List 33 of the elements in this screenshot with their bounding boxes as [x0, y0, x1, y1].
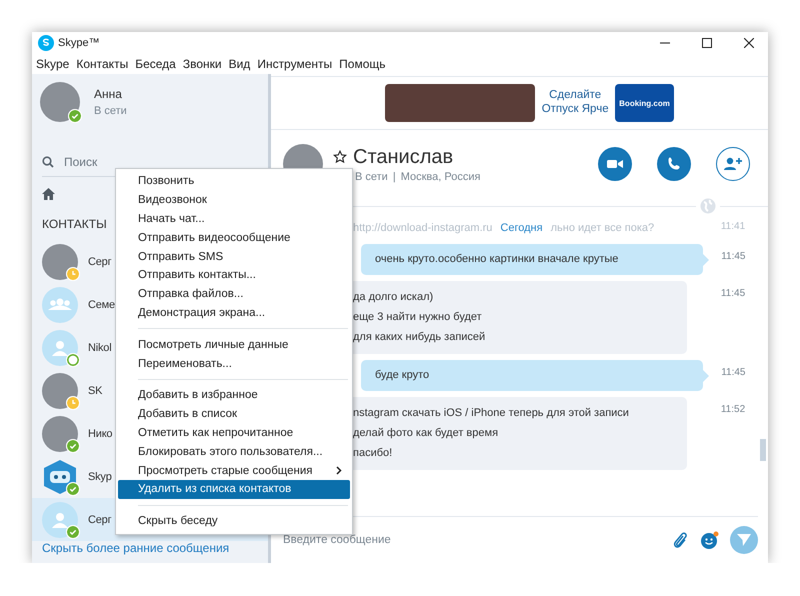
contact-name: Nikol: [88, 342, 112, 354]
ad-text: Сделайте Отпуск Ярче: [540, 89, 610, 117]
ad-logo: Booking.com: [615, 84, 674, 122]
window-title: Skype™: [58, 37, 100, 49]
profile-name: Анна: [94, 87, 123, 102]
message-text: буде круто: [375, 368, 430, 383]
message-text: nstagram скачать iOS / iPhone теперь для этой записи: [353, 406, 630, 421]
message-time: 11:45: [720, 366, 746, 378]
message-text: еще 3 найти нужно будет: [353, 310, 483, 325]
message-time: 11:52: [720, 403, 746, 415]
contact-name: Skyp: [88, 470, 112, 482]
faded-message-text: льно идет все пока?: [550, 222, 654, 234]
faded-message-text: http://download-instagram.ru: [353, 222, 492, 234]
contacts-heading: КОНТАКТЫ: [41, 216, 107, 234]
message-time: 11:45: [720, 287, 746, 299]
contact-name: Нико: [88, 428, 112, 440]
contact-name: SK: [88, 384, 102, 396]
contact-location: Москва, Россия: [400, 170, 480, 182]
message-text: делай фото как будет время: [353, 426, 500, 441]
date-divider: Сегодня: [500, 222, 543, 234]
contact-name: Станислав: [353, 146, 454, 168]
message-text: пасибо!: [353, 446, 394, 461]
message-text: для каких нибудь записей: [353, 330, 486, 345]
contact-name: Семе: [88, 298, 115, 310]
message-time: 11:45: [720, 250, 746, 262]
contact-name: Серг: [88, 256, 112, 268]
separator-text: |: [392, 170, 396, 182]
message-text: очень круто.особенно картинки вначале крутые: [375, 252, 620, 267]
contact-status: В сети: [355, 170, 388, 182]
profile-status: В сети: [94, 105, 127, 118]
contact-name: Серг: [88, 514, 112, 526]
message-time: 11:41: [720, 220, 746, 232]
message-text: да долго искал): [353, 290, 434, 305]
